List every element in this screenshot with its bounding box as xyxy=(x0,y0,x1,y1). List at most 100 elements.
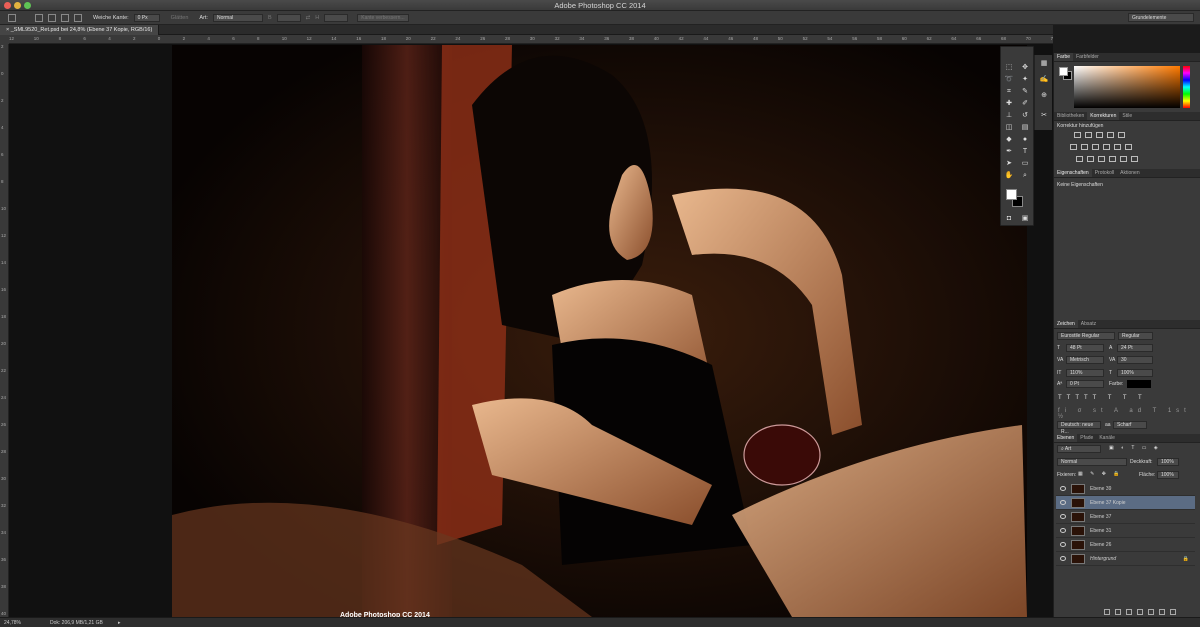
status-menu-icon[interactable]: ▸ xyxy=(118,618,121,627)
new-group-icon[interactable] xyxy=(1148,609,1154,615)
layer-row[interactable]: Ebene 37 xyxy=(1056,510,1195,524)
horizontal-ruler[interactable]: 12 10 8 6 4 2 0 2 4 6 8 10 12 14 16 18 20 22 24 26 28 30 32 34 3… xyxy=(9,35,1053,44)
tab-paths[interactable]: Pfade xyxy=(1077,434,1096,442)
refine-edge-button[interactable]: Kante verbessern... xyxy=(357,13,410,22)
subtract-selection-icon[interactable] xyxy=(61,13,69,22)
blur-tool-icon[interactable]: ◆ xyxy=(1004,135,1014,144)
adjustment-icon[interactable] xyxy=(1098,156,1105,162)
fill-input[interactable]: 100% xyxy=(1157,471,1179,479)
document-image[interactable] xyxy=(172,45,1027,617)
antialias-checkbox[interactable]: Glätten xyxy=(171,15,189,21)
adjustment-icon[interactable] xyxy=(1081,144,1088,150)
history-panel-icon[interactable]: ▦ xyxy=(1039,59,1049,68)
height-input[interactable] xyxy=(324,13,349,22)
adjustment-icon[interactable] xyxy=(1125,144,1132,150)
text-color-swatch[interactable] xyxy=(1127,380,1151,388)
history-brush-tool-icon[interactable]: ↺ xyxy=(1020,111,1030,120)
language-select[interactable]: Deutsch: neue R... xyxy=(1057,421,1101,435)
foreground-color-swatch[interactable] xyxy=(1006,189,1017,200)
zoom-tool-icon[interactable]: ⌕ xyxy=(1020,171,1030,180)
adjustment-icon[interactable] xyxy=(1120,156,1127,162)
visibility-eye-icon[interactable] xyxy=(1060,514,1066,519)
type-tool-icon[interactable]: T xyxy=(1020,147,1030,156)
kerning-select[interactable]: Metrisch xyxy=(1066,356,1104,364)
adjustment-icon[interactable] xyxy=(1096,132,1103,138)
document-tab[interactable]: × _SML9520_Ret.psd bei 24,8% (Ebene 37 K… xyxy=(0,25,160,35)
layer-row[interactable]: Ebene 26 xyxy=(1056,538,1195,552)
intersect-selection-icon[interactable] xyxy=(74,13,82,22)
faux-style-buttons[interactable]: TTTTT T T T xyxy=(1058,395,1147,401)
vertical-scale-input[interactable]: 110% xyxy=(1066,369,1104,377)
tab-color[interactable]: Farbe xyxy=(1054,53,1074,61)
hand-tool-icon[interactable]: ✋ xyxy=(1004,171,1014,180)
pen-tool-icon[interactable]: ✒ xyxy=(1004,147,1014,156)
adjustment-icon[interactable] xyxy=(1103,144,1110,150)
adjustment-layer-icon[interactable] xyxy=(1137,609,1143,615)
layer-row[interactable]: Ebene 37 Kopie xyxy=(1056,496,1195,510)
adjustment-icon[interactable] xyxy=(1107,132,1114,138)
tab-swatches[interactable]: Farbfelder xyxy=(1073,53,1102,61)
gradient-tool-icon[interactable]: ▤ xyxy=(1020,123,1030,132)
adjustment-icon[interactable] xyxy=(1076,156,1083,162)
horizontal-scale-input[interactable]: 100% xyxy=(1117,369,1153,377)
tab-libraries[interactable]: Bibliotheken xyxy=(1054,112,1087,120)
font-size-input[interactable]: 48 Pt xyxy=(1066,344,1104,352)
layer-row[interactable]: Ebene 31 xyxy=(1056,524,1195,538)
dodge-tool-icon[interactable]: ● xyxy=(1020,135,1030,144)
width-input[interactable] xyxy=(276,13,301,22)
healing-brush-tool-icon[interactable]: ✚ xyxy=(1004,99,1014,108)
add-mask-icon[interactable] xyxy=(1126,609,1132,615)
blend-mode-select[interactable]: Normal xyxy=(1057,458,1127,466)
adjustment-icon[interactable] xyxy=(1118,132,1125,138)
screen-mode-icon[interactable]: ▣ xyxy=(1020,214,1030,223)
zoom-level[interactable]: 24,78% xyxy=(4,618,21,627)
eyedropper-tool-icon[interactable]: ✎ xyxy=(1020,87,1030,96)
quick-select-tool-icon[interactable]: ✦ xyxy=(1020,75,1030,84)
adjustment-icon[interactable] xyxy=(1092,144,1099,150)
layer-style-icon[interactable] xyxy=(1115,609,1121,615)
tab-properties[interactable]: Eigenschaften xyxy=(1054,169,1092,177)
tracking-input[interactable]: 30 xyxy=(1117,356,1153,364)
color-panel-fg-swatch[interactable] xyxy=(1059,67,1068,76)
visibility-eye-icon[interactable] xyxy=(1060,528,1066,533)
add-selection-icon[interactable] xyxy=(48,13,56,22)
tab-paragraph[interactable]: Absatz xyxy=(1078,320,1099,328)
tab-styles[interactable]: Stile xyxy=(1119,112,1135,120)
color-spectrum[interactable] xyxy=(1074,66,1180,108)
visibility-eye-icon[interactable] xyxy=(1060,500,1066,505)
tool-presets-panel-icon[interactable]: ✂ xyxy=(1039,111,1049,120)
layer-row[interactable]: Ebene 39 xyxy=(1056,482,1195,496)
visibility-eye-icon[interactable] xyxy=(1060,486,1066,491)
adjustment-icon[interactable] xyxy=(1109,156,1116,162)
adjustment-icon[interactable] xyxy=(1074,132,1081,138)
visibility-eye-icon[interactable] xyxy=(1060,542,1066,547)
adjustment-icon[interactable] xyxy=(1114,144,1121,150)
opentype-buttons[interactable]: fi σ st A ad T 1st ½ xyxy=(1058,408,1200,420)
new-layer-icon[interactable] xyxy=(1159,609,1165,615)
workspace-switcher[interactable]: Grundelemente xyxy=(1128,13,1194,22)
brush-tool-icon[interactable]: ✐ xyxy=(1020,99,1030,108)
path-select-tool-icon[interactable]: ➤ xyxy=(1004,159,1014,168)
antialias-select[interactable]: Scharf xyxy=(1113,421,1147,429)
adjustment-icon[interactable] xyxy=(1131,156,1138,162)
tab-history[interactable]: Protokoll xyxy=(1092,169,1117,177)
visibility-eye-icon[interactable] xyxy=(1060,556,1066,561)
brush-panel-icon[interactable]: ✍ xyxy=(1039,75,1049,84)
layer-filter-icons[interactable]: ▣ ◐ T ▭ ◈ xyxy=(1109,445,1161,451)
delete-layer-icon[interactable] xyxy=(1170,609,1176,615)
swap-icon[interactable]: ⇄ xyxy=(306,15,311,21)
document-size[interactable]: Dok: 206,9 MB/1,21 GB xyxy=(50,618,103,627)
tab-character[interactable]: Zeichen xyxy=(1054,320,1078,328)
ruler-origin[interactable] xyxy=(0,35,9,44)
adjustment-icon[interactable] xyxy=(1070,144,1077,150)
adjustment-icon[interactable] xyxy=(1087,156,1094,162)
font-style-select[interactable]: Regular xyxy=(1118,332,1153,340)
tab-actions[interactable]: Aktionen xyxy=(1117,169,1142,177)
vertical-ruler[interactable]: 2 0 2 4 6 8 10 12 14 16 18 20 22 24 26 28 30 32 34 36 38 40 xyxy=(0,44,9,617)
tab-layers[interactable]: Ebenen xyxy=(1054,434,1078,442)
layer-filter-select[interactable]: ⌕ Art xyxy=(1057,445,1101,453)
lock-icons[interactable]: ▦ ✎ ✥ 🔒 xyxy=(1078,471,1123,477)
marquee-tool-preset-icon[interactable] xyxy=(8,13,16,22)
feather-input[interactable]: 0 Px xyxy=(133,13,160,22)
crop-tool-icon[interactable]: ⌗ xyxy=(1004,87,1014,96)
